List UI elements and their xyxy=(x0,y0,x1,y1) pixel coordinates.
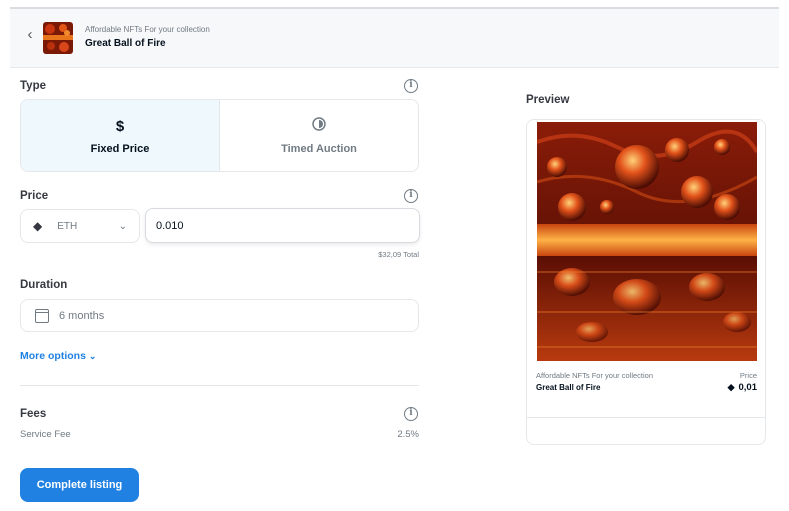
more-options-link[interactable]: More options ⌄ xyxy=(20,350,96,362)
preview-price-value: 0,01 xyxy=(738,382,758,393)
timer-icon xyxy=(312,116,326,137)
preview-item-title: Great Ball of Fire xyxy=(536,383,601,392)
price-total: $32,09 Total xyxy=(378,250,419,259)
item-title: Great Ball of Fire xyxy=(85,38,166,49)
preview-collection-name: Affordable NFTs For your collection xyxy=(536,371,653,380)
ethereum-icon: ◆ xyxy=(727,382,735,392)
timed-auction-label: Timed Auction xyxy=(281,142,357,155)
timed-auction-option[interactable]: Timed Auction xyxy=(220,100,418,171)
preview-card[interactable]: Affordable NFTs For your collection Grea… xyxy=(526,119,766,445)
duration-select[interactable]: 6 months xyxy=(20,299,419,332)
nft-artwork-image xyxy=(537,122,757,361)
chevron-down-icon: ⌄ xyxy=(88,351,97,361)
ethereum-icon: ◆ xyxy=(33,219,43,233)
fixed-price-label: Fixed Price xyxy=(90,142,150,155)
service-fee-value: 2.5% xyxy=(397,429,419,440)
card-divider xyxy=(527,417,765,418)
duration-label: Duration xyxy=(20,279,68,291)
type-label: Type xyxy=(20,80,46,92)
fees-label: Fees xyxy=(20,408,47,420)
fees-info-icon[interactable]: i xyxy=(404,407,418,421)
collection-name[interactable]: Affordable NFTs For your collection xyxy=(85,25,210,34)
item-thumbnail[interactable] xyxy=(43,22,73,54)
fixed-price-option[interactable]: $ Fixed Price xyxy=(21,100,220,171)
preview-price-label: Price xyxy=(739,371,757,380)
price-info-icon[interactable]: i xyxy=(404,189,418,203)
section-divider xyxy=(20,385,419,386)
price-label: Price xyxy=(20,190,49,202)
complete-listing-button[interactable]: Complete listing xyxy=(20,468,139,502)
currency-select[interactable]: ◆ ETH ⌄ xyxy=(20,209,140,243)
dollar-icon: $ xyxy=(115,117,125,135)
preview-label: Preview xyxy=(526,94,570,106)
listing-type-selector: $ Fixed Price Timed Auction xyxy=(20,99,419,172)
service-fee-label: Service Fee xyxy=(20,429,71,440)
chevron-left-icon[interactable]: ‹ xyxy=(23,26,37,44)
currency-value: ETH xyxy=(57,220,78,232)
duration-value: 6 months xyxy=(59,309,105,322)
chevron-down-icon: ⌄ xyxy=(118,220,127,232)
calendar-icon xyxy=(35,308,49,323)
price-input[interactable] xyxy=(145,208,420,243)
type-info-icon[interactable]: i xyxy=(404,79,418,93)
more-options-label: More options xyxy=(20,350,86,362)
preview-price: ◆ 0,01 xyxy=(697,382,757,393)
item-header: ‹ Affordable NFTs For your collection Gr… xyxy=(10,9,779,68)
